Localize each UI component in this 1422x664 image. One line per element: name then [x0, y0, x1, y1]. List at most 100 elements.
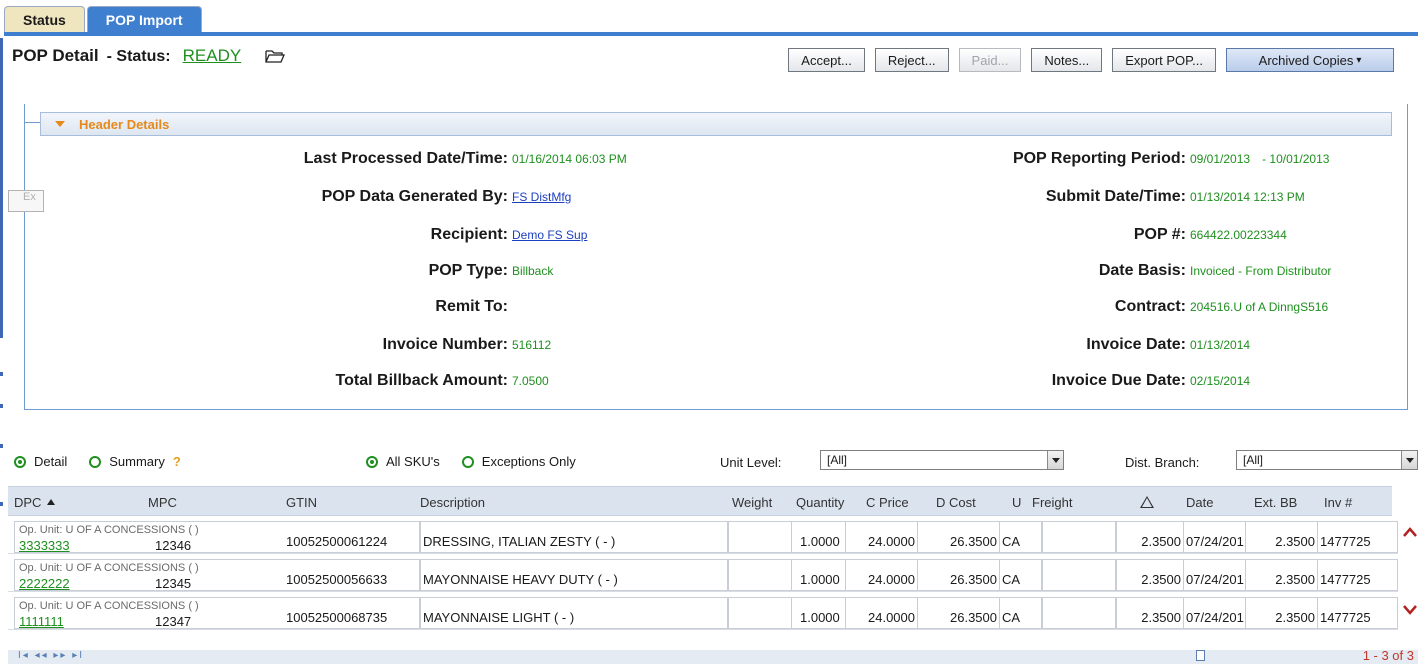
- column-header-ext-bb[interactable]: Ext. BB: [1254, 487, 1297, 517]
- table-row[interactable]: Op. Unit: U OF A CONCESSIONS ( ) 1111111…: [8, 594, 1398, 630]
- column-header-u[interactable]: U: [1012, 487, 1021, 517]
- column-label: DPC: [14, 494, 42, 510]
- export-pop-button[interactable]: Export POP...: [1112, 48, 1216, 72]
- dpc-link[interactable]: 3333333: [19, 538, 70, 552]
- column-header-c-price[interactable]: C Price: [866, 487, 909, 517]
- reject-button[interactable]: Reject...: [874, 48, 949, 72]
- unit-level-select[interactable]: [All]: [820, 450, 1064, 470]
- radio-summary[interactable]: [89, 455, 102, 468]
- column-header-description[interactable]: Description: [420, 487, 485, 517]
- field-label: Total Billback Amount:: [335, 372, 508, 389]
- delta-cell: 2.3500: [1116, 597, 1184, 629]
- table-row[interactable]: Op. Unit: U OF A CONCESSIONS ( ) 2222222…: [8, 556, 1398, 592]
- ext-bb-value: 2.3500: [1275, 534, 1315, 549]
- column-header-weight[interactable]: Weight: [732, 487, 772, 517]
- dpc-cell: Op. Unit: U OF A CONCESSIONS ( ) 1111111…: [14, 597, 284, 629]
- accept-button[interactable]: Accept...: [788, 48, 865, 72]
- scroll-down-icon[interactable]: [1402, 604, 1418, 616]
- left-border-tick: [0, 372, 3, 376]
- column-header-dpc[interactable]: DPC: [14, 487, 56, 517]
- radio-detail-label: Detail: [34, 454, 68, 469]
- description-value: MAYONNAISE LIGHT ( - ): [423, 610, 575, 625]
- export-page-icon[interactable]: [1196, 650, 1205, 661]
- status-label: - Status:: [106, 48, 171, 65]
- field-recipient: Recipient:: [431, 226, 508, 244]
- field-value: 7.0500: [512, 374, 549, 388]
- ext-bb-cell: 2.3500: [1246, 521, 1318, 553]
- date-cell: 07/24/2013: [1184, 597, 1246, 629]
- field-pop-number-value-wrap: 664422.00223344: [1190, 228, 1287, 242]
- gtin-value: 10052500056633: [286, 572, 388, 587]
- weight-cell: [728, 597, 792, 629]
- gtin-cell: 10052500061224: [284, 521, 420, 553]
- c-price-value: 24.0000: [868, 610, 915, 625]
- paid-button[interactable]: Paid...: [958, 48, 1022, 72]
- column-header-gtin[interactable]: GTIN: [286, 487, 317, 517]
- chevron-down-icon: [1401, 451, 1417, 469]
- dpc-link[interactable]: 2222222: [19, 576, 70, 590]
- mpc-value: 12347: [155, 614, 192, 629]
- table-row[interactable]: Op. Unit: U OF A CONCESSIONS ( ) 3333333…: [8, 518, 1398, 554]
- column-header-freight[interactable]: Freight: [1032, 487, 1072, 517]
- radio-detail[interactable]: [14, 455, 26, 468]
- column-header-d-cost[interactable]: D Cost: [936, 487, 976, 517]
- field-invoice-date-value-wrap: 01/13/2014: [1190, 338, 1250, 352]
- notes-button[interactable]: Notes...: [1031, 48, 1103, 72]
- dpc-cell: Op. Unit: U OF A CONCESSIONS ( ) 2222222…: [14, 559, 284, 591]
- field-invoice-due-date: Invoice Due Date:: [1052, 372, 1186, 390]
- field-recipient-value-wrap: Demo FS Sup: [512, 228, 587, 242]
- period-start-value: 09/01/2013: [1190, 152, 1251, 166]
- tab-status[interactable]: Status: [4, 6, 85, 32]
- scroll-up-icon[interactable]: [1402, 526, 1418, 538]
- field-total-billback-value-wrap: 7.0500: [512, 374, 549, 388]
- gtin-cell: 10052500068735: [284, 597, 420, 629]
- u-value: CA: [1002, 572, 1021, 587]
- collapse-triangle-icon: [55, 121, 65, 127]
- dist-branch-select[interactable]: [All]: [1236, 450, 1418, 470]
- radio-all-skus[interactable]: [366, 455, 378, 468]
- inv-value: 1477725: [1320, 610, 1371, 625]
- left-border-tick: [0, 404, 3, 408]
- header-details-toggle[interactable]: Header Details: [40, 112, 1392, 136]
- generated-by-link[interactable]: FS DistMfg: [512, 190, 571, 204]
- ext-bb-cell: 2.3500: [1246, 559, 1318, 591]
- tab-pop-import[interactable]: POP Import: [86, 6, 202, 32]
- field-submit-date: Submit Date/Time:: [1046, 188, 1186, 206]
- dist-branch-label: Dist. Branch:: [1125, 455, 1200, 470]
- field-last-processed-value-wrap: 01/16/2014 06:03 PM: [512, 152, 627, 166]
- column-header-inv[interactable]: Inv #: [1324, 487, 1352, 517]
- dist-branch-value: [All]: [1243, 453, 1264, 467]
- recipient-link[interactable]: Demo FS Sup: [512, 228, 587, 242]
- header-details-panel: [24, 104, 1408, 410]
- dpc-link[interactable]: 1111111: [19, 614, 64, 628]
- field-label: Invoice Date:: [1086, 336, 1186, 353]
- column-header-delta[interactable]: [1140, 487, 1154, 517]
- inv-value: 1477725: [1320, 534, 1371, 549]
- folder-open-icon[interactable]: [265, 49, 286, 63]
- freight-cell: [1042, 559, 1116, 591]
- panel-top-line: [24, 122, 40, 123]
- left-border-tick: [0, 444, 3, 448]
- date-cell: 07/24/2013: [1184, 521, 1246, 553]
- d-cost-cell: 26.3500: [918, 521, 1000, 553]
- field-label: Contract:: [1114, 298, 1186, 315]
- field-label: Invoice Due Date:: [1051, 372, 1186, 389]
- d-cost-value: 26.3500: [950, 610, 997, 625]
- status-value[interactable]: READY: [183, 46, 242, 66]
- pager-controls[interactable]: I◂ ◂◂ ▸▸ ▸I: [18, 650, 84, 661]
- archived-copies-dropdown[interactable]: Archived Copies ▾: [1226, 48, 1394, 72]
- quantity-cell: 1.0000: [792, 597, 846, 629]
- help-icon[interactable]: ?: [173, 454, 181, 469]
- page-title: POP Detail: [12, 46, 99, 65]
- field-value: 01/16/2014 06:03 PM: [512, 152, 627, 166]
- column-header-mpc[interactable]: MPC: [148, 487, 177, 517]
- field-value: 516112: [512, 338, 552, 352]
- column-header-date[interactable]: Date: [1186, 487, 1213, 517]
- radio-exceptions-only[interactable]: [461, 455, 474, 468]
- radio-all-skus-label: All SKU's: [386, 454, 440, 469]
- radio-summary-label: Summary: [109, 454, 165, 469]
- column-header-quantity[interactable]: Quantity: [796, 487, 844, 517]
- inv-cell: 1477725: [1318, 597, 1398, 629]
- left-border-tick: [0, 502, 3, 506]
- record-count: 1 - 3 of 3: [1362, 648, 1414, 663]
